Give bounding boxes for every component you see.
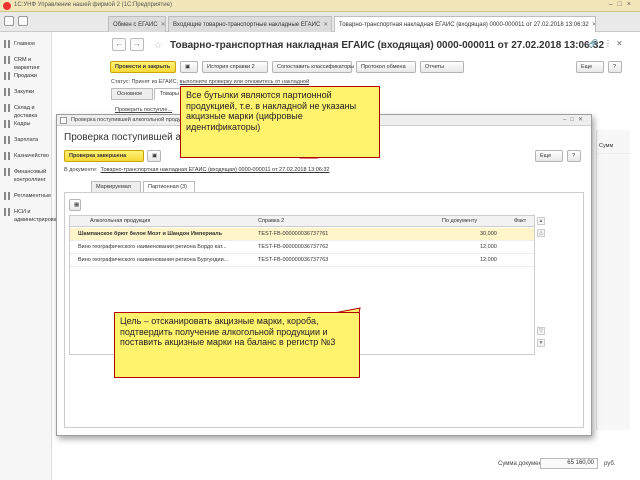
sidebar-item-sales[interactable]: Продажи: [0, 72, 52, 86]
help-button[interactable]: ?: [608, 61, 622, 73]
tab-egais-exchange[interactable]: Обмен с ЕГАИС ✕: [108, 16, 166, 32]
document-reference: В документе: Товарно-транспортная накладн…: [64, 167, 330, 173]
more-button[interactable]: Еще: [576, 61, 604, 73]
sidebar-item-payroll[interactable]: Зарплата: [0, 136, 52, 150]
sidebar-item-admin[interactable]: НСИ и администрирование: [0, 208, 66, 228]
section-icon: [4, 120, 10, 128]
section-icon: [4, 40, 10, 48]
section-icon: [4, 152, 10, 160]
back-button[interactable]: ←: [112, 38, 126, 51]
sum-value: 65 160,00: [540, 458, 598, 469]
more-vert-icon[interactable]: ⋮: [604, 39, 612, 48]
barcode-icon[interactable]: ▦: [69, 199, 81, 211]
status-link[interactable]: выполните проверку или откажитесь от нак…: [180, 79, 310, 85]
section-icon: [4, 72, 10, 80]
close-icon: ✕: [323, 22, 329, 28]
scroll-bottom-icon[interactable]: ▼: [537, 339, 545, 347]
section-icon: [4, 168, 10, 176]
match-classifiers-button[interactable]: Сопоставить классификаторы: [272, 61, 354, 73]
save-icon[interactable]: ▣: [147, 150, 161, 162]
column-ref: Справка 2: [258, 218, 285, 224]
sidebar-item-crm[interactable]: CRM и маркетинг: [0, 56, 52, 71]
table-row[interactable]: Шампанское брют белое Моэт и Шандон Импе…: [70, 228, 534, 241]
app-logo-icon: [3, 2, 11, 10]
column-product: Алкогольная продукция: [90, 218, 151, 224]
more-button[interactable]: Еще: [535, 150, 563, 162]
status-line: Статус: Принят из ЕГАИС, выполните прове…: [111, 79, 310, 85]
table-header: Алкогольная продукция Справка 2 По докум…: [70, 216, 534, 227]
sidebar-item-controlling[interactable]: Финансовый контроллинг: [0, 168, 52, 188]
scroll-top-icon[interactable]: ▲: [537, 217, 545, 225]
tab-incoming-list[interactable]: Входящие товарно-транспортные накладные …: [168, 16, 332, 32]
sidebar-item-hr[interactable]: Кадры: [0, 120, 52, 134]
sidebar-item-main[interactable]: Главное: [0, 40, 52, 54]
document-link[interactable]: Товарно-транспортная накладная ЕГАИС (вх…: [101, 167, 330, 173]
column-doc: По документу: [442, 218, 478, 224]
section-icon: [4, 88, 10, 96]
dialog-window-controls[interactable]: –□✕: [563, 116, 587, 123]
help-button[interactable]: ?: [567, 150, 581, 162]
table-row[interactable]: Вино географического наименования регион…: [70, 241, 534, 254]
page-title: Товарно-транспортная накладная ЕГАИС (вх…: [170, 40, 605, 51]
section-icon: [4, 136, 10, 144]
sum-currency: руб.: [604, 461, 616, 467]
save-icon[interactable]: ▣: [180, 61, 198, 73]
window-icon: [60, 117, 67, 124]
sidebar-item-warehouse[interactable]: Склад и доставка: [0, 104, 52, 119]
tab-main[interactable]: Основное: [111, 88, 153, 100]
forward-button[interactable]: →: [130, 38, 144, 51]
section-icon: [4, 208, 10, 216]
sidebar: Главное CRM и маркетинг Продажи Закупки …: [0, 32, 66, 480]
app-title: 1С:УНФ Управление нашей фирмой 2 (1С:Пре…: [14, 2, 172, 8]
tab-current-document[interactable]: Товарно-транспортная накладная ЕГАИС (вх…: [334, 16, 596, 32]
sidebar-item-purchases[interactable]: Закупки: [0, 88, 52, 102]
finish-check-button[interactable]: Проверка завершена: [64, 150, 144, 162]
close-icon: ✕: [160, 22, 166, 28]
menu-icon[interactable]: [18, 16, 28, 26]
favorite-star-icon[interactable]: ☆: [154, 40, 162, 51]
history-button[interactable]: История справки 2: [202, 61, 268, 73]
sidebar-item-regulatory[interactable]: Регламентные: [0, 192, 52, 206]
close-icon: ✕: [592, 22, 595, 28]
check-alcohol-dialog: Проверка поступившей алкогольной продукц…: [56, 114, 592, 436]
callout-batch-info: Все бутылки являются партионной продукци…: [180, 86, 380, 158]
check-link[interactable]: Проверить поступле...: [115, 107, 172, 113]
scroll-up-icon[interactable]: △: [537, 229, 545, 237]
sidebar-item-treasury[interactable]: Казначейство: [0, 152, 52, 166]
tab-panel: ▦ Алкогольная продукция Справка 2 По док…: [64, 192, 584, 428]
tab-strip: Обмен с ЕГАИС ✕ Входящие товарно-транспор…: [0, 12, 640, 32]
scroll-down-icon[interactable]: ▽: [537, 327, 545, 335]
reports-button[interactable]: Отчеты: [420, 61, 464, 73]
home-icon[interactable]: [4, 16, 14, 26]
table-row[interactable]: Вино географического наименования регион…: [70, 254, 534, 267]
section-icon: [4, 56, 10, 64]
section-icon: [4, 104, 10, 112]
app-titlebar: 1С:УНФ Управление нашей фирмой 2 (1С:Пре…: [0, 0, 640, 12]
column-fact: Факт: [514, 218, 527, 224]
post-and-close-button[interactable]: Провести и закрыть: [110, 61, 176, 73]
section-icon: [4, 192, 10, 200]
goods-table-fragment: Сумм: [596, 130, 631, 430]
callout-goal: Цель – отсканировать акцизные марки, кор…: [114, 312, 360, 378]
link-icon[interactable]: 🔗: [588, 39, 598, 48]
table-cell: Сумм: [597, 140, 631, 154]
protocol-button[interactable]: Протокол обмена: [356, 61, 416, 73]
window-controls[interactable]: –□×: [609, 1, 636, 8]
close-icon[interactable]: ✕: [616, 39, 623, 48]
